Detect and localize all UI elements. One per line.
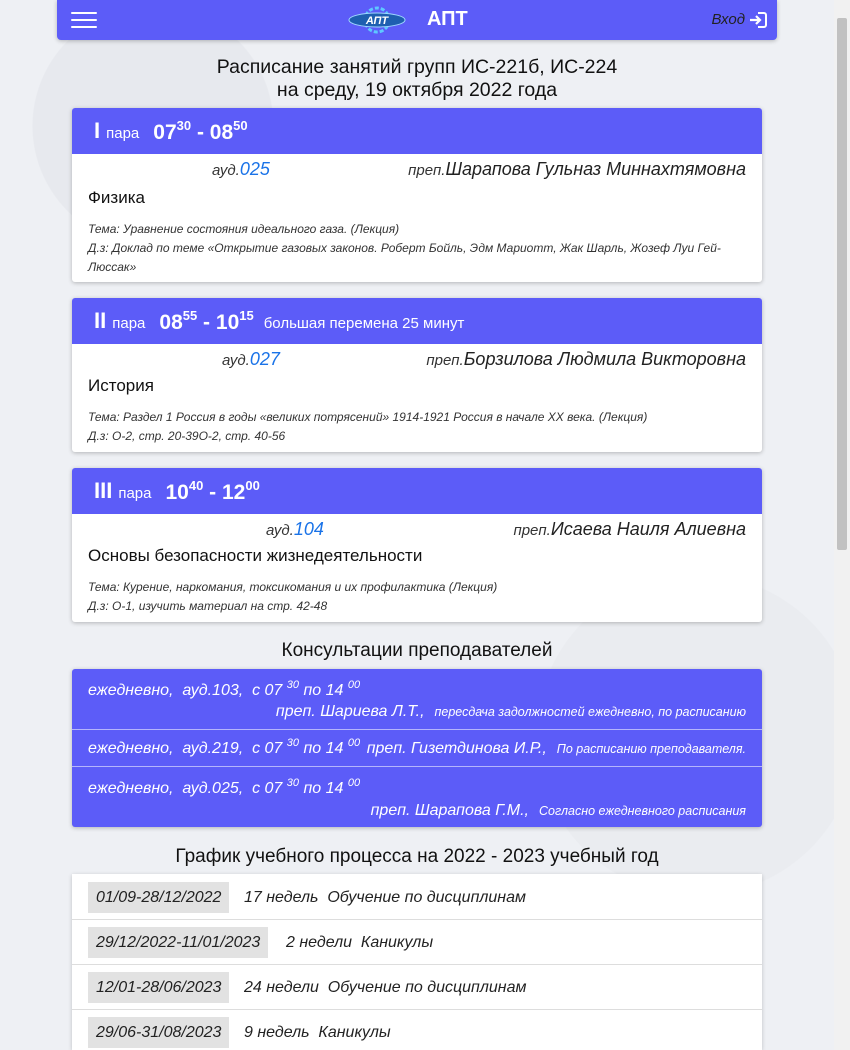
consultation-info: ежедневно, ауд.025, с 07 30 по 14 00 [88, 777, 361, 797]
page-scrollbar[interactable] [834, 0, 850, 1050]
row-details: 24 недели Обучение по дисциплинам [244, 979, 527, 996]
consultation-row: ежедневно, ауд.103, с 07 30 по 14 00 пре… [72, 669, 762, 730]
subject: Физика [88, 188, 145, 207]
lesson-topic: Тема: Уравнение состояния идеального газ… [88, 220, 742, 277]
brand-title: АПТ [427, 8, 468, 30]
date-range: 12/01-28/06/2023 [88, 972, 230, 1003]
date-range: 29/12/2022-11/01/2023 [88, 927, 269, 958]
row-details: 9 недель Каникулы [244, 1024, 391, 1041]
lesson-time: 0730 - 0850 [153, 117, 248, 144]
date-range: 29/06-31/08/2023 [88, 1017, 230, 1048]
lesson-topic: Тема: Курение, наркомания, токсикомания … [88, 578, 742, 616]
lesson-number: II [94, 308, 107, 333]
topic-text: Тема: Уравнение состояния идеального газ… [88, 222, 400, 236]
navbar: АПТ АПТ Вход [57, 0, 777, 40]
consultation-teacher: преп. Гизетдинова И.Р., По расписанию пре… [366, 740, 746, 757]
classroom: ауд.027 [222, 349, 280, 369]
table-row: 01/09-28/12/2022 17 недель Обучение по д… [72, 874, 762, 920]
classroom: ауд.104 [266, 519, 324, 539]
lesson-number: III [94, 478, 113, 503]
title-line-2: на среду, 19 октября 2022 года [276, 79, 558, 101]
subject: История [88, 376, 154, 395]
topic-text: Тема: Раздел 1 Россия в годы «великих по… [88, 410, 648, 424]
lesson-header: III пара 1040 - 1200 [72, 468, 762, 514]
topic-text: Тема: Курение, наркомания, токсикомания … [88, 580, 498, 594]
homework-text: Д.з: О-2, стр. 20-39О-2, стр. 40-56 [88, 429, 286, 443]
date-range: 01/09-28/12/2022 [88, 882, 230, 913]
consultation-row: ежедневно, ауд.025, с 07 30 по 14 00 пре… [72, 767, 762, 827]
teacher: преп.Борзилова Людмила Викторовна [426, 349, 746, 369]
title-line-1: Расписание занятий групп ИС-221б, ИС-224 [216, 56, 618, 78]
consultation-info: ежедневно, ауд.103, с 07 30 по 14 00 [88, 679, 361, 699]
homework-text: Д.з: Доклад по теме «Открытие газовых за… [88, 241, 721, 274]
teacher: преп.Шарапова Гульназ Миннахтямовна [408, 159, 746, 179]
svg-text:АПТ: АПТ [365, 15, 390, 27]
consultations-title: Консультации преподавателей [281, 640, 553, 661]
consultation-teacher: преп. Шариева Л.Т., пересдача задолжносте… [275, 703, 746, 720]
lesson-para-label: пара [112, 314, 146, 332]
consultation-teacher: преп. Шарапова Г.М., Согласно ежедневного… [370, 802, 746, 819]
lesson-card: II пара 0855 - 1015 большая перемена 25 … [72, 298, 762, 452]
consultations-list: ежедневно, ауд.103, с 07 30 по 14 00 пре… [72, 669, 762, 827]
scrollbar-thumb[interactable] [837, 18, 847, 550]
homework-text: Д.з: О-1, изучить материал на стр. 42-48 [88, 599, 328, 613]
lesson-para-label: пара [106, 124, 140, 142]
lesson-time: 0855 - 1015 [159, 307, 254, 334]
schedule-title: График учебного процесса на 2022 - 2023 … [175, 846, 659, 867]
row-details: 2 недели Каникулы [286, 934, 434, 951]
login-link[interactable]: Вход [712, 11, 767, 28]
menu-icon[interactable] [71, 10, 97, 30]
consultation-info: ежедневно, ауд.219, с 07 30 по 14 00 [88, 737, 361, 757]
login-icon [750, 11, 767, 28]
logo-icon: АПТ [348, 6, 406, 34]
lesson-header: II пара 0855 - 1015 большая перемена 25 … [72, 298, 762, 344]
table-row: 12/01-28/06/2023 24 недели Обучение по д… [72, 964, 762, 1010]
lesson-time: 1040 - 1200 [165, 477, 260, 504]
page-title: Расписание занятий групп ИС-221б, ИС-224… [72, 56, 762, 102]
consultation-row: ежедневно, ауд.219, с 07 30 по 14 00 пре… [72, 729, 762, 767]
lesson-number: I [94, 118, 101, 143]
lesson-header: I пара 0730 - 0850 [72, 108, 762, 154]
lesson-card: III пара 1040 - 1200 ауд.104 преп.Исаева… [72, 468, 762, 622]
lesson-topic: Тема: Раздел 1 Россия в годы «великих по… [88, 408, 742, 446]
table-row: 29/06-31/08/2023 9 недель Каникулы [72, 1009, 762, 1050]
teacher: преп.Исаева Наиля Алиевна [513, 519, 746, 539]
login-label: Вход [711, 11, 745, 28]
subject: Основы безопасности жизнедеятельности [88, 546, 423, 565]
schedule-table: 01/09-28/12/2022 17 недель Обучение по д… [72, 874, 762, 1050]
classroom: ауд.025 [212, 159, 270, 179]
lesson-card: I пара 0730 - 0850 ауд.025 преп.Шарапова… [72, 108, 762, 282]
break-note: большая перемена 25 минут [263, 314, 465, 332]
row-details: 17 недель Обучение по дисциплинам [244, 889, 526, 906]
table-row: 29/12/2022-11/01/2023 2 недели Каникулы [72, 919, 762, 965]
lesson-para-label: пара [118, 484, 152, 502]
